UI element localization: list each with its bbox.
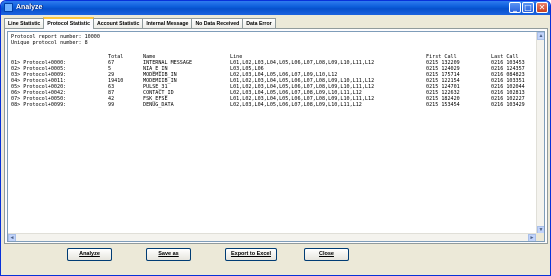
analyze-window: Analyze _ □ ✕ Line Statistic Protocol St… <box>0 0 551 276</box>
row-first-call: 0215 153454 <box>426 102 460 108</box>
row-last-call: 0216 103429 <box>491 102 525 108</box>
app-icon <box>4 3 13 12</box>
close-button[interactable]: Close <box>304 248 349 261</box>
horizontal-scrollbar[interactable]: ◄ ► <box>8 233 536 241</box>
export-to-excel-button[interactable]: Export to Excel <box>225 248 277 261</box>
analyze-button[interactable]: Analyze <box>67 248 112 261</box>
row-total: 99 <box>108 102 115 108</box>
maximize-button[interactable]: □ <box>522 2 534 13</box>
scroll-right-icon[interactable]: ► <box>528 234 536 241</box>
scroll-left-icon[interactable]: ◄ <box>8 234 16 241</box>
row-lines: L02,L03,L04,L05,L06,L07,L08,L09,L10,L11,… <box>230 102 362 108</box>
title-bar[interactable]: Analyze _ □ ✕ <box>1 1 550 15</box>
row-protocol-id: 08> Protocol+0099: <box>11 102 67 108</box>
protocol-statistic-panel: Protocol report number: 10000 Unique pro… <box>4 28 548 244</box>
vertical-scrollbar[interactable]: ▲ ▼ <box>536 32 544 234</box>
save-as-button[interactable]: Save as <box>146 248 191 261</box>
unique-protocols-line: Unique protocol number: 8 <box>11 40 88 46</box>
minimize-button[interactable]: _ <box>509 2 521 13</box>
close-window-button[interactable]: ✕ <box>536 2 548 13</box>
row-name: DENUG_DATA <box>143 102 174 108</box>
scrollbar-corner <box>536 233 544 241</box>
scroll-up-icon[interactable]: ▲ <box>537 32 544 40</box>
window-title: Analyze <box>16 4 43 11</box>
report-textarea[interactable]: Protocol report number: 10000 Unique pro… <box>7 31 545 242</box>
tab-protocol-statistic[interactable]: Protocol Statistic <box>43 17 94 29</box>
